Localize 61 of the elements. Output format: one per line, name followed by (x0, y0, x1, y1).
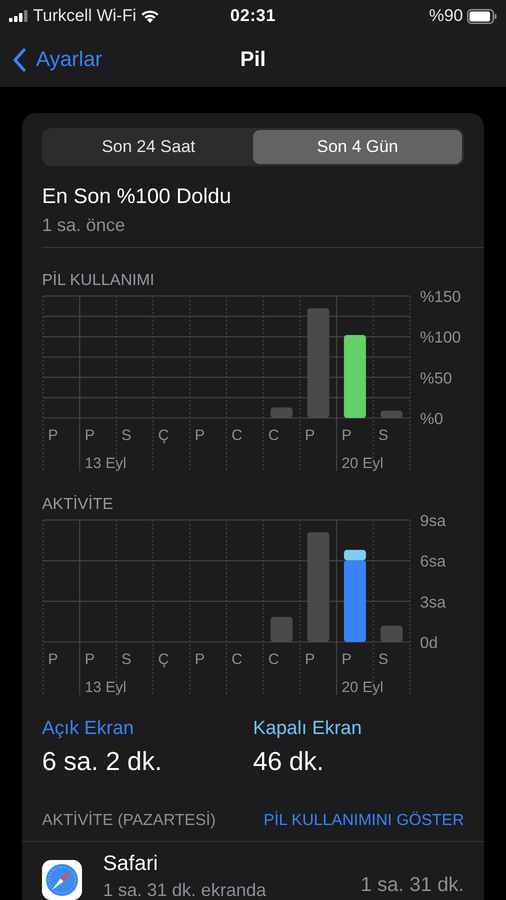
segment-tab[interactable]: Son 24 Saat (44, 130, 253, 164)
charge-time: 1 sa. önce (42, 214, 126, 237)
day-label: P (48, 651, 58, 668)
day-label: P (342, 651, 352, 668)
battery-percent: %90 (428, 5, 463, 28)
date-label: 20 Eyl (342, 455, 384, 472)
day-label: P (48, 427, 58, 444)
app-detail: 1 sa. 31 dk. ekranda (103, 879, 266, 900)
segment-tab[interactable]: Son 4 Gün (253, 130, 462, 164)
axis-label: 0d (420, 635, 438, 652)
day-label: S (378, 651, 388, 668)
date-label: 20 Eyl (342, 679, 384, 696)
bar (270, 616, 293, 642)
day-label: C (232, 427, 242, 444)
day-label: P (84, 651, 95, 668)
carrier-name: Turkcell Wi-Fi (33, 5, 136, 28)
charge-title: En Son %100 Doldu (42, 184, 232, 210)
bar (270, 407, 293, 418)
chart-title: AKTİVİTE (42, 496, 114, 514)
wifi-icon (140, 8, 160, 24)
date-label: 13 Eyl (84, 679, 126, 696)
day-label: P (304, 427, 315, 444)
axis-label: %0 (420, 411, 444, 428)
day-label: Ç (158, 651, 169, 668)
day-label: C (268, 651, 280, 668)
axis-label: %100 (420, 330, 461, 347)
stat-label: Kapalı Ekran (253, 718, 362, 740)
day-label: C (268, 427, 280, 444)
page-title: Pil (240, 46, 266, 73)
day-label: P (342, 427, 352, 444)
clock: 02:31 (230, 5, 276, 28)
day-label: P (84, 427, 95, 444)
date-label: 13 Eyl (84, 455, 126, 472)
day-label: S (121, 427, 132, 444)
day-label: Ç (158, 427, 169, 444)
stat-label: Açık Ekran (42, 718, 134, 740)
compass-icon (42, 860, 82, 900)
day-label: S (121, 651, 132, 668)
day-label: S (378, 427, 388, 444)
day-label: P (194, 651, 205, 668)
day-label: P (304, 651, 315, 668)
axis-label: 9sa (420, 514, 446, 530)
bar (380, 410, 403, 418)
axis-label: %150 (420, 290, 461, 306)
chevron-left-icon (12, 48, 26, 72)
section-header: AKTİVİTE (PAZARTESİ) (42, 810, 216, 831)
battery-icon (467, 8, 497, 24)
bar (380, 626, 403, 642)
chart-title: PİL KULLANIMI (42, 272, 156, 290)
axis-label: 3sa (420, 594, 446, 612)
stat-value: 46 dk. (253, 746, 324, 776)
signal-icon (9, 10, 29, 22)
axis-label: 6sa (420, 554, 446, 571)
day-label: C (232, 651, 242, 668)
app-name: Safari (103, 851, 158, 877)
back-button[interactable]: Ayarlar (12, 44, 102, 76)
stat-value: 6 sa. 2 dk. (42, 746, 162, 776)
app-time: 1 sa. 31 dk. (360, 873, 464, 897)
day-label: P (194, 427, 205, 444)
axis-label: %50 (420, 370, 452, 388)
show-usage-link[interactable]: PİL KULLANIMINI GÖSTER (264, 809, 464, 833)
